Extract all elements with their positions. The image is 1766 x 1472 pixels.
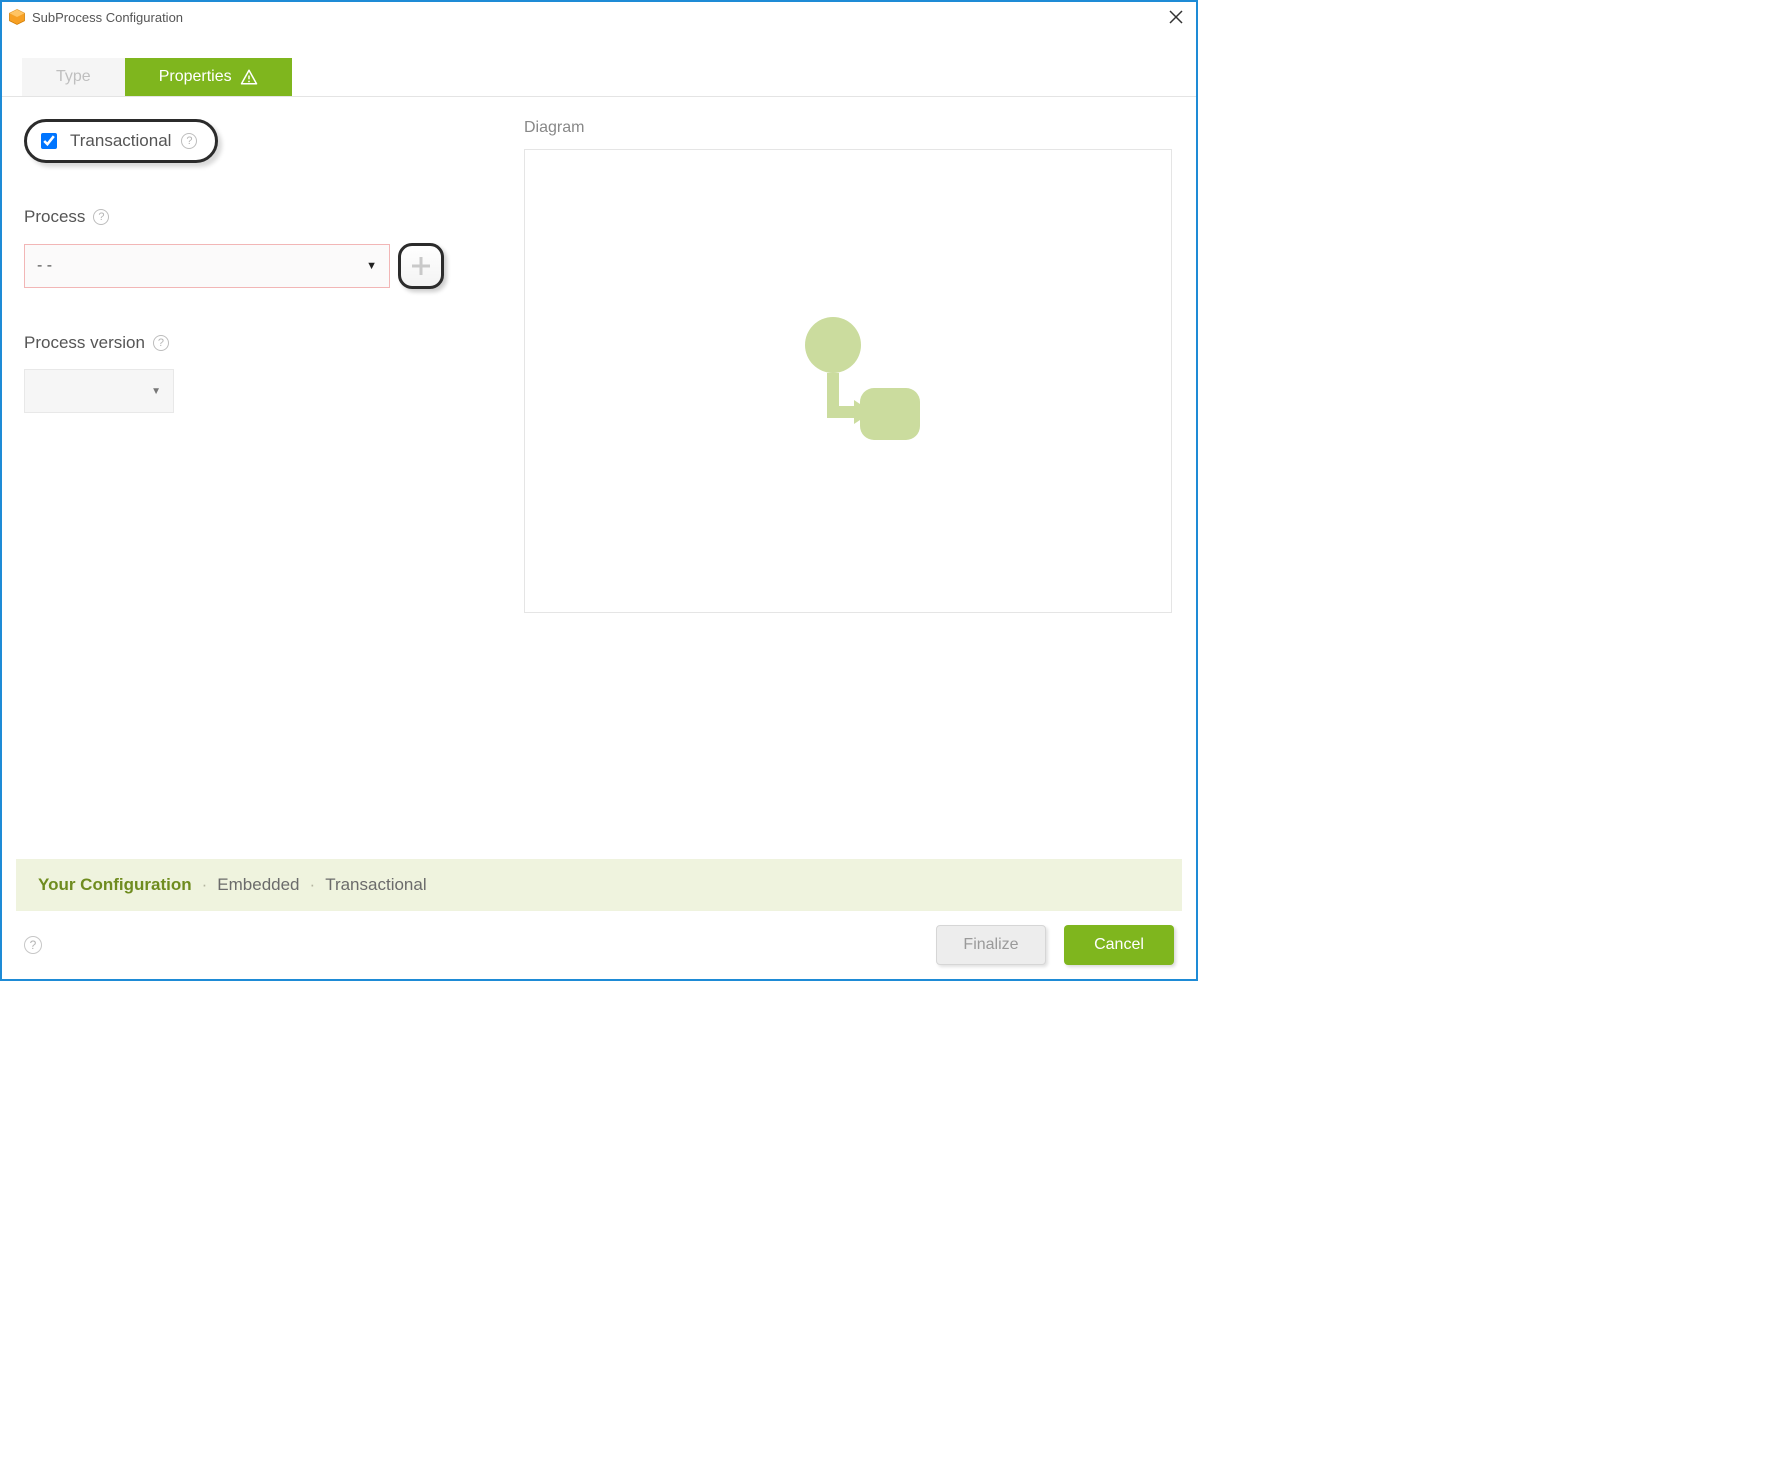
titlebar: SubProcess Configuration	[2, 2, 1196, 32]
chevron-down-icon: ▼	[366, 260, 377, 272]
window-title: SubProcess Configuration	[32, 10, 1164, 25]
summary-item-transactional: Transactional	[325, 875, 426, 895]
finalize-button[interactable]: Finalize	[936, 925, 1046, 965]
process-label-row: Process ?	[24, 207, 444, 227]
process-select-value: - -	[37, 257, 52, 275]
diagram-preview	[524, 149, 1172, 613]
cancel-button-label: Cancel	[1094, 936, 1144, 954]
process-select[interactable]: - - ▼	[24, 244, 390, 288]
process-row: - - ▼	[24, 243, 444, 289]
summary-item-embedded: Embedded	[217, 875, 299, 895]
process-label: Process	[24, 207, 85, 227]
diagram-placeholder-icon	[768, 300, 928, 463]
help-icon[interactable]: ?	[93, 209, 109, 225]
process-version-label: Process version	[24, 333, 145, 353]
help-icon[interactable]: ?	[153, 335, 169, 351]
plus-icon	[409, 254, 433, 278]
transactional-checkbox-group[interactable]: Transactional ?	[24, 119, 218, 163]
diagram-label: Diagram	[524, 119, 1180, 137]
help-icon[interactable]: ?	[181, 133, 197, 149]
cancel-button[interactable]: Cancel	[1064, 925, 1174, 965]
transactional-checkbox[interactable]	[41, 133, 57, 149]
warning-icon	[240, 68, 258, 86]
dialog-footer: ? Finalize Cancel	[2, 911, 1196, 979]
process-version-select[interactable]: ▼	[24, 369, 174, 413]
close-icon	[1169, 10, 1183, 24]
tab-bar: Type Properties	[2, 58, 1196, 97]
finalize-button-label: Finalize	[963, 936, 1018, 954]
process-field: Process ? - - ▼	[24, 207, 444, 289]
tab-properties-label: Properties	[159, 68, 232, 86]
add-process-button[interactable]	[398, 243, 444, 289]
form-column: Transactional ? Process ? - - ▼	[24, 119, 444, 859]
separator-dot: ·	[202, 875, 208, 895]
transactional-label: Transactional	[70, 131, 171, 151]
app-icon	[8, 8, 26, 26]
summary-bar: Your Configuration · Embedded · Transact…	[16, 859, 1182, 911]
summary-title: Your Configuration	[38, 875, 192, 895]
help-icon[interactable]: ?	[24, 936, 42, 954]
separator-dot: ·	[310, 875, 316, 895]
diagram-column: Diagram	[524, 119, 1180, 859]
process-version-label-row: Process version ?	[24, 333, 444, 353]
dialog-window: SubProcess Configuration Type Properties…	[0, 0, 1198, 981]
close-button[interactable]	[1164, 5, 1188, 29]
tab-type-label: Type	[56, 68, 91, 85]
dialog-body: Transactional ? Process ? - - ▼	[2, 97, 1196, 859]
tab-properties[interactable]: Properties	[125, 58, 292, 96]
tab-type[interactable]: Type	[22, 58, 125, 96]
process-version-field: Process version ? ▼	[24, 333, 444, 413]
chevron-down-icon: ▼	[151, 386, 161, 397]
